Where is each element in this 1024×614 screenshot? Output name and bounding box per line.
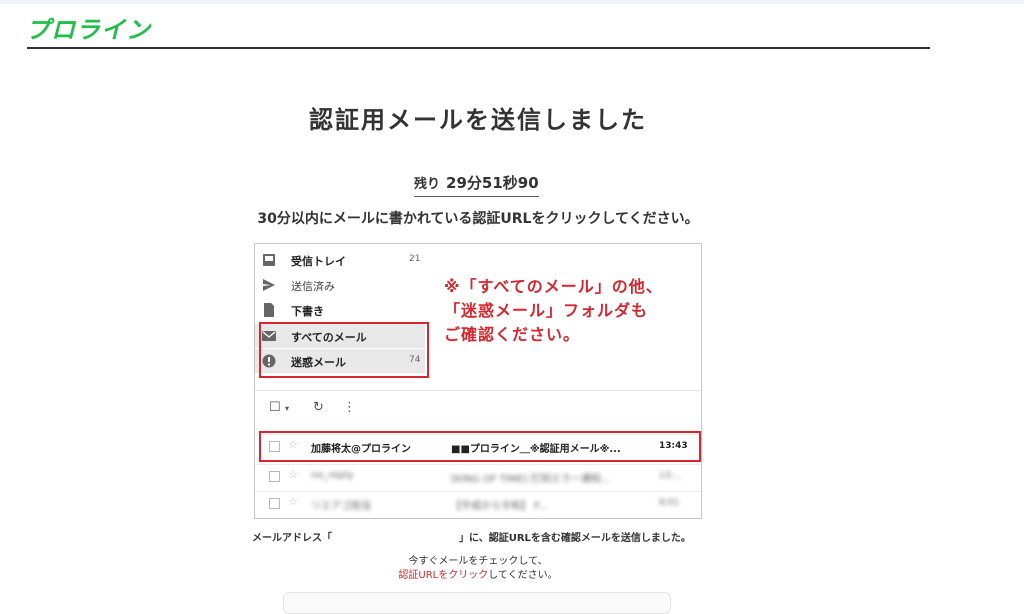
- section-divider: [255, 390, 701, 391]
- timer-value: 29分51秒90: [446, 174, 539, 192]
- check-line-2-rest: してください。: [488, 570, 558, 581]
- select-all-checkbox: ☐: [269, 400, 281, 415]
- check-line-1: 今すぐメールをチェックして、: [408, 556, 548, 567]
- email-sender: no_reply: [311, 470, 354, 481]
- top-strip: [0, 0, 1024, 4]
- inbox-icon: [263, 254, 275, 266]
- email-subject: 【平成から令和】 F...: [451, 501, 548, 512]
- folder-label: 下書き: [291, 305, 324, 318]
- instruction-text: 30分以内にメールに書かれている認証URLをクリックしてください。: [257, 211, 699, 227]
- note-line: ご確認ください。: [444, 325, 581, 344]
- star-icon: ☆: [288, 495, 298, 508]
- note-line: 「迷惑メール」フォルダも: [444, 301, 649, 320]
- folder-label: 受信トレイ: [291, 255, 346, 268]
- draft-icon: [264, 303, 274, 317]
- email-time: 8:01: [659, 498, 680, 508]
- chevron-down-icon: ▾: [285, 404, 290, 413]
- folder-note: ※「すべてのメール」の他、 「迷惑メール」フォルダも ご確認ください。: [444, 275, 663, 347]
- email-row: ☆ リエアゴ担当 【平成から令和】 F... 8:01: [255, 491, 701, 516]
- note-line: ※「すべてのメール」の他、: [444, 277, 663, 296]
- mail-client-screenshot: 受信トレイ 21 送信済み 下書き すべてのメール 迷惑メール 74 ※「すべて…: [254, 243, 702, 519]
- email-row: ☆ no_reply [KING OF TIME] 打刻エラー通知... 13:…: [255, 464, 701, 489]
- check-line-2: 認証URLをクリックしてください。: [0, 569, 956, 583]
- brand-logo[interactable]: プロライン: [26, 10, 151, 45]
- row-checkbox: [269, 471, 280, 482]
- timer-label: 残り: [414, 177, 441, 192]
- folder-inbox: 受信トレイ 21: [255, 248, 425, 272]
- more-icon: ⋮: [343, 400, 356, 415]
- address-prefix: メールアドレス「: [252, 533, 332, 544]
- folders-highlight-box: [259, 322, 429, 378]
- email-subject: [KING OF TIME] 打刻エラー通知...: [451, 474, 611, 485]
- star-icon: ☆: [288, 468, 298, 481]
- refresh-icon: ↻: [313, 400, 324, 415]
- bottom-panel: [283, 592, 671, 614]
- folder-count: 21: [409, 254, 421, 264]
- address-suffix: 」に、認証URLを含む確認メールを送信しました。: [459, 533, 691, 544]
- countdown-timer: 残り 29分51秒90: [414, 172, 539, 197]
- folder-label: 送信済み: [291, 280, 335, 293]
- email-highlight-box: [259, 431, 701, 462]
- verify-url-link[interactable]: 認証URLをクリック: [398, 570, 488, 581]
- folder-drafts: 下書き: [255, 298, 425, 322]
- header-divider: [27, 47, 930, 49]
- check-email-prompt: 今すぐメールをチェックして、 認証URLをクリックしてください。: [0, 555, 956, 583]
- folder-sent: 送信済み: [255, 273, 425, 297]
- page-title: 認証用メールを送信しました: [309, 106, 647, 134]
- send-icon: [263, 279, 275, 291]
- row-checkbox: [269, 498, 280, 509]
- email-time: 13:...: [659, 471, 683, 481]
- email-sender: リエアゴ担当: [311, 501, 371, 512]
